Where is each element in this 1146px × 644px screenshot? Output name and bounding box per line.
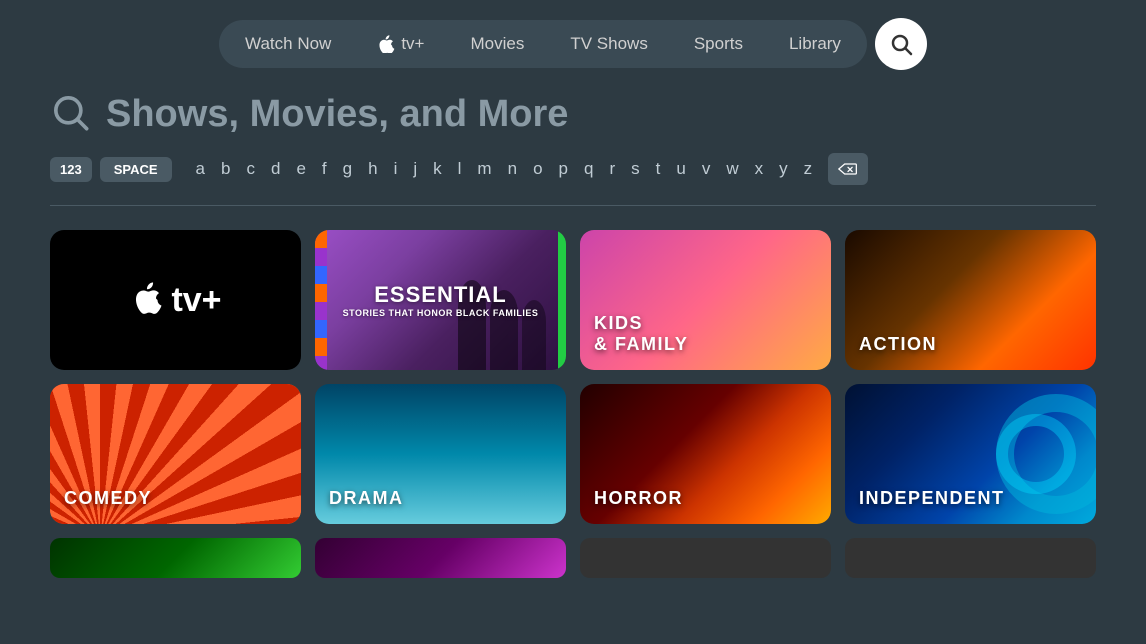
key-c[interactable]: c [238,155,263,183]
category-independent[interactable]: INDEPENDENT [845,384,1096,524]
category-action[interactable]: ACTION [845,230,1096,370]
key-i[interactable]: i [386,155,406,183]
apple-nav-icon [377,35,395,53]
comedy-label: COMEDY [64,488,152,510]
independent-label: INDEPENDENT [859,488,1005,510]
search-heading-area: Shows, Movies, and More [0,84,1146,153]
search-icon [889,32,913,56]
category-drama[interactable]: DRAMA [315,384,566,524]
independent-circle-2 [996,414,1076,494]
appletv-logo: tv+ [129,281,221,320]
nav-item-library[interactable]: Library [767,26,863,62]
key-m[interactable]: m [469,155,499,183]
category-horror[interactable]: HORROR [580,384,831,524]
key-t[interactable]: t [648,155,669,183]
essential-subtitle: STORIES THAT HONOR BLACK FAMILIES [343,308,539,318]
category-comedy[interactable]: COMEDY [50,384,301,524]
key-d[interactable]: d [263,155,288,183]
key-q[interactable]: q [576,155,601,183]
key-z[interactable]: z [796,155,821,183]
nav-item-movies[interactable]: Movies [448,26,546,62]
partial-card-2[interactable] [315,538,566,578]
partial-card-1[interactable] [50,538,301,578]
category-appletv[interactable]: tv+ [50,230,301,370]
nav-item-appletv-label: tv+ [401,34,424,54]
essential-right-border [558,230,566,370]
essential-title: ESSENTIAL [343,282,539,308]
delete-icon [838,159,858,179]
keyboard-row: 123 SPACE a b c d e f g h i j k l m n o … [0,153,1146,205]
key-v[interactable]: v [694,155,719,183]
key-space[interactable]: SPACE [100,157,172,182]
essential-text-group: ESSENTIAL STORIES THAT HONOR BLACK FAMIL… [343,282,539,318]
key-s[interactable]: s [623,155,648,183]
key-k[interactable]: k [425,155,450,183]
key-f[interactable]: f [314,155,335,183]
nav-item-watch-now[interactable]: Watch Now [223,26,353,62]
drama-label: DRAMA [329,488,404,510]
nav-item-sports[interactable]: Sports [672,26,765,62]
essential-left-border [315,230,327,370]
key-h[interactable]: h [360,155,385,183]
key-p[interactable]: p [551,155,576,183]
appletv-text: tv+ [171,281,221,320]
nav-item-appletv[interactable]: tv+ [355,26,446,62]
key-r[interactable]: r [601,155,623,183]
kids-label: KIDS& FAMILY [594,313,688,356]
key-e[interactable]: e [288,155,313,183]
key-123[interactable]: 123 [50,157,92,182]
horror-label: HORROR [594,488,683,510]
action-label: ACTION [859,334,937,356]
category-essential[interactable]: ESSENTIAL STORIES THAT HONOR BLACK FAMIL… [315,230,566,370]
key-delete[interactable] [828,153,868,185]
nav-pill: Watch Now tv+ Movies TV Shows Sports Lib… [219,20,867,68]
key-y[interactable]: y [771,155,796,183]
key-w[interactable]: w [718,155,746,183]
category-kids[interactable]: KIDS& FAMILY [580,230,831,370]
partial-grid-row [0,524,1146,578]
category-grid: tv+ ESSENTIAL STORIES THAT HONOR BLACK F… [0,230,1146,524]
key-n[interactable]: n [500,155,525,183]
partial-card-3[interactable] [580,538,831,578]
key-a[interactable]: a [188,155,213,183]
key-g[interactable]: g [335,155,360,183]
partial-card-4[interactable] [845,538,1096,578]
top-navigation: Watch Now tv+ Movies TV Shows Sports Lib… [0,0,1146,84]
search-heading-text: Shows, Movies, and More [106,93,568,136]
key-u[interactable]: u [668,155,693,183]
key-l[interactable]: l [450,155,470,183]
search-heading-icon [50,92,90,137]
nav-item-tvshows[interactable]: TV Shows [548,26,669,62]
key-b[interactable]: b [213,155,238,183]
apple-logo-icon [129,282,165,318]
key-j[interactable]: j [405,155,425,183]
key-x[interactable]: x [747,155,772,183]
search-button[interactable] [875,18,927,70]
keyboard-divider [50,205,1096,206]
key-o[interactable]: o [525,155,550,183]
